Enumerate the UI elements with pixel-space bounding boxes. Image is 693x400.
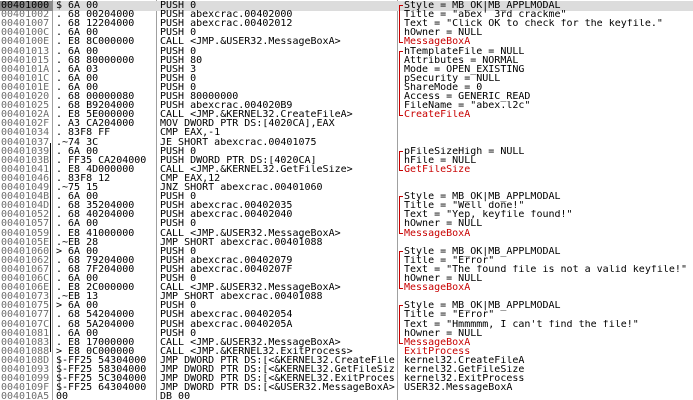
call-args-bracket [399, 250, 403, 290]
call-args-bracket [399, 5, 403, 44]
disasm-row[interactable]: 004010A5 00 DB 00 [0, 392, 693, 400]
jump-line [50, 242, 51, 352]
hex-dump-cell: 00 [56, 392, 69, 400]
comment-cell [404, 392, 693, 400]
call-args-bracket [399, 50, 403, 117]
address-cell: 004010A5 [1, 392, 50, 400]
disassembly-cell: DB 00 [160, 392, 191, 400]
disassembly-pane[interactable]: 00401000 $ 6A 00 PUSH 0 Style = MB_OK|MB_AP… [0, 0, 693, 400]
call-args-bracket [399, 196, 403, 235]
call-args-bracket [399, 305, 403, 344]
call-args-bracket [399, 150, 403, 171]
